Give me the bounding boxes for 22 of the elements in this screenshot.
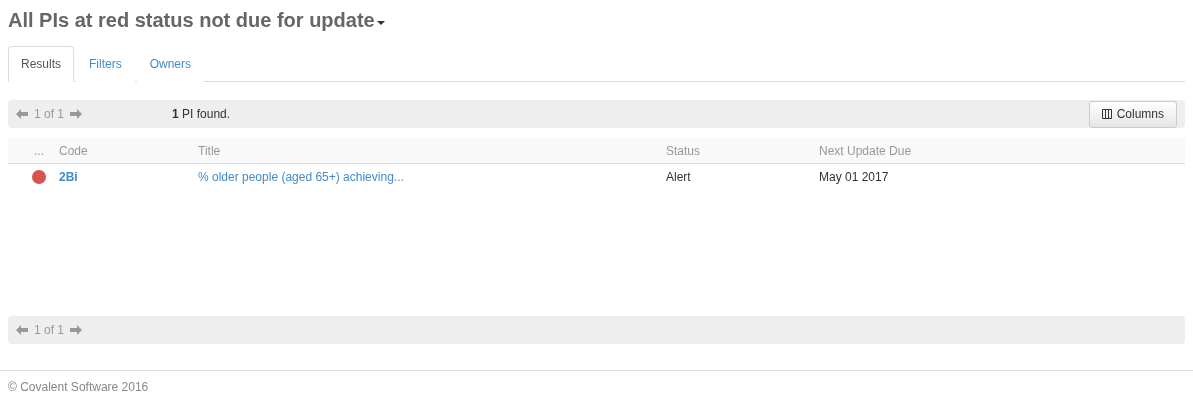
page-title: All PIs at red status not due for update (8, 8, 375, 32)
columns-icon (1101, 109, 1112, 119)
next-page-arrow-icon[interactable] (70, 325, 83, 335)
title-link[interactable]: % older people (aged 65+) achieving... (198, 170, 666, 184)
column-header[interactable]: Next Update Due (819, 143, 1185, 158)
previous-page-arrow-icon[interactable] (16, 109, 28, 119)
page-indicator: 1 of 1 (34, 323, 65, 337)
page-indicator: 1 of 1 (34, 107, 65, 121)
previous-page-arrow-icon[interactable] (16, 325, 28, 335)
column-header[interactable]: Title (198, 143, 666, 158)
next-page-arrow-icon[interactable] (70, 109, 83, 119)
copyright-text: © Covalent Software 2016 (8, 380, 149, 394)
results-count: 1 PI found. (172, 107, 231, 121)
code-link[interactable]: 2Bi (59, 170, 198, 184)
columns-button[interactable]: Columns (1088, 100, 1177, 128)
tab[interactable]: Results (8, 46, 74, 82)
table-cell-text: May 01 2017 (819, 170, 890, 184)
column-header[interactable]: Code (59, 143, 198, 158)
column-header[interactable]: Status (666, 143, 819, 158)
table-cell-text: Alert (666, 170, 692, 184)
column-header[interactable]: ... (8, 143, 59, 158)
caret-icon[interactable] (376, 21, 385, 25)
